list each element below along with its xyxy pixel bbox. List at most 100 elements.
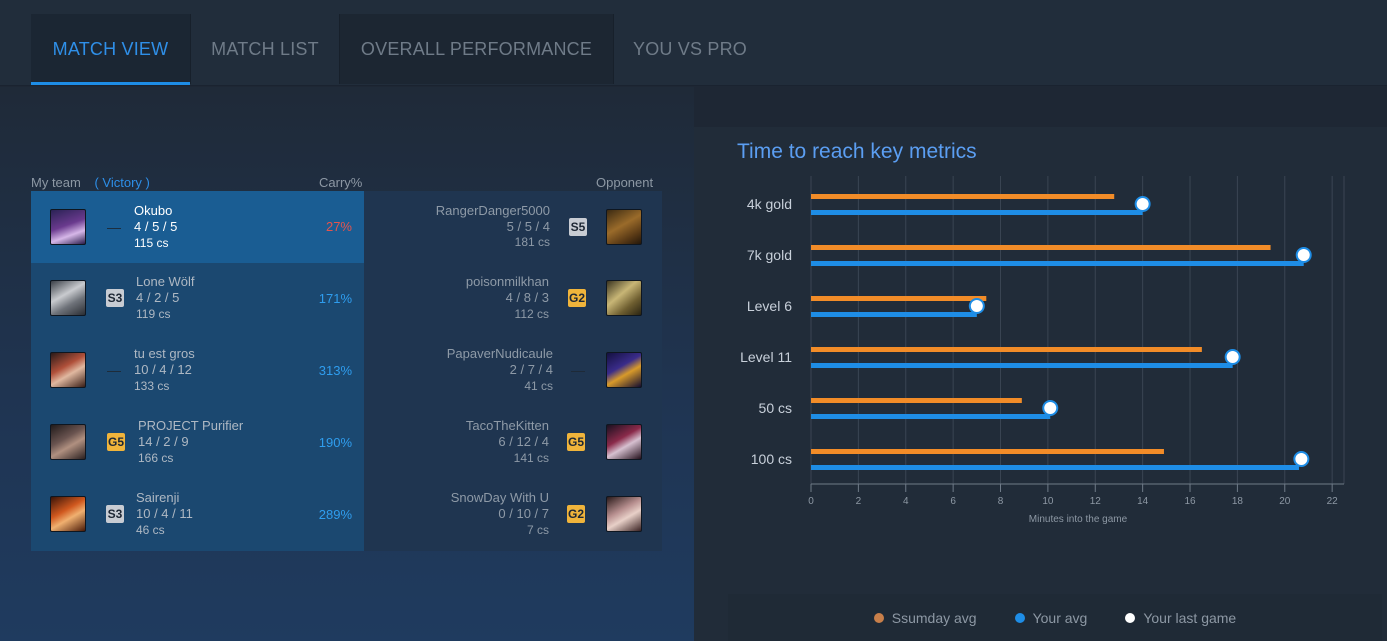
player-name: tu est gros [134,346,195,361]
tab-label: MATCH LIST [211,38,319,59]
y-category-label: 100 cs [751,451,792,467]
x-tick-label: 20 [1279,496,1291,507]
player-kda: 4 / 2 / 5 [136,290,180,305]
y-category-label: Level 11 [740,349,792,365]
my-team-label: My team [31,175,81,190]
rank-badge: — [571,362,585,378]
champion-portrait-icon [50,280,86,316]
champion-portrait-icon [606,352,642,388]
player-name: Lone Wölf [136,274,195,289]
opponent-kda: 4 / 8 / 3 [505,290,549,305]
carry-percent: 171% [318,291,352,306]
tab-overall-performance[interactable]: OVERALL PERFORMANCE [340,14,613,84]
top-nav: MATCH VIEW MATCH LIST OVERALL PERFORMANC… [0,0,1387,86]
point-your-last-game [1293,451,1310,467]
table-row[interactable]: S3 Lone Wölf 4 / 2 / 5 119 cs 171% poiso… [31,263,662,335]
table-row[interactable]: — tu est gros 10 / 4 / 12 133 cs 313% Pa… [31,335,662,407]
legend-label: Ssumday avg [891,609,977,626]
carry-header: Carry% [319,175,363,190]
chart-grid [810,176,1345,484]
x-tick-label: 6 [950,496,956,507]
opponent-name: poisonmilkhan [465,274,549,289]
player-kda: 14 / 2 / 9 [138,434,189,449]
x-tick-label: 8 [998,496,1004,507]
player-cs: 166 cs [138,451,174,465]
y-category-label: 50 cs [759,400,792,416]
opponent-cs: 41 cs [524,379,553,393]
bar-ssumday-avg [811,245,1271,250]
champion-portrait-icon [606,280,642,316]
rank-badge: G2 [568,289,586,307]
player-cs: 115 cs [134,236,169,250]
opponent-cs: 112 cs [514,307,549,321]
legend-swatch-icon [1014,612,1025,623]
bar-ssumday-avg [811,347,1202,352]
x-tick-label: 12 [1090,496,1102,507]
y-category-label: 4k gold [747,196,792,212]
legend-item[interactable]: Your avg [1014,610,1087,626]
rank-badge: G5 [567,433,585,451]
opponent-name: TacoTheKitten [465,418,549,433]
point-your-last-game [1224,349,1241,365]
rank-badge: S3 [106,289,124,307]
opponent-kda: 2 / 7 / 4 [509,362,553,377]
carry-percent: 190% [318,435,352,450]
champion-portrait-icon [606,496,642,532]
player-name: Sairenji [136,490,180,505]
carry-percent: 289% [318,507,352,522]
rank-badge: G2 [567,505,585,523]
bar-ssumday-avg [811,296,987,301]
x-tick-label: 0 [808,496,814,507]
x-tick-label: 4 [903,496,909,507]
point-your-last-game [968,298,985,314]
active-tab-underline [31,82,190,85]
point-your-last-game [1295,247,1312,263]
x-tick-label: 10 [1042,496,1054,507]
opponent-name: RangerDanger5000 [435,203,550,218]
champion-portrait-icon [50,496,86,532]
bar-your-avg [811,363,1233,368]
champion-portrait-icon [50,209,86,245]
opponent-header: Opponent [596,175,654,190]
opponent-name: PapaverNudicaule [446,346,553,361]
tab-label: YOU VS PRO [632,38,748,59]
tab-match-list[interactable]: MATCH LIST [191,14,339,84]
x-axis: 0 2 4 6 8 10 12 14 16 18 20 22 [808,483,1344,507]
rank-badge: G5 [107,433,125,451]
legend-swatch-icon [1125,612,1136,623]
y-axis-labels: 4k gold 7k gold Level 6 Level 11 50 cs 100 cs [740,196,792,467]
player-name: Okubo [134,203,173,218]
opponent-cs: 141 cs [513,451,549,465]
bar-ssumday-avg [811,194,1115,199]
tab-you-vs-pro[interactable]: YOU VS PRO [614,14,766,84]
opponent-kda: 6 / 12 / 4 [498,434,549,449]
bar-your-avg [811,210,1143,215]
rank-badge: S5 [569,218,587,236]
y-category-label: Level 6 [747,298,792,314]
tab-match-view[interactable]: MATCH VIEW [31,14,190,85]
bar-your-avg [811,465,1299,470]
player-cs: 46 cs [136,523,165,537]
table-row[interactable]: — Okubo 4 / 5 / 5 115 cs 27% RangerDange… [31,191,662,263]
carry-percent: 313% [318,363,352,378]
my-team-header: My team ( Victory ) [31,175,150,191]
x-axis-label: Minutes into the game [1029,514,1128,525]
opponent-cs: 181 cs [514,235,550,249]
player-cs: 119 cs [136,307,171,321]
table-row[interactable]: G5 PROJECT Purifier 14 / 2 / 9 166 cs 19… [31,407,662,479]
legend-item[interactable]: Ssumday avg [873,609,977,626]
bar-your-avg [811,312,977,317]
opponent-cs: 7 cs [526,523,549,537]
champion-portrait-icon [606,209,642,245]
player-kda: 10 / 4 / 11 [136,506,193,521]
opponent-name: SnowDay With U [450,490,549,505]
rank-badge: S3 [106,505,124,523]
x-tick-label: 18 [1232,496,1244,507]
player-cs: 133 cs [134,379,170,393]
matchup-table: — Okubo 4 / 5 / 5 115 cs 27% RangerDange… [31,191,662,551]
table-row[interactable]: S3 Sairenji 10 / 4 / 11 46 cs 289% SnowD… [31,479,662,551]
bar-ssumday-avg [811,449,1164,454]
opponent-kda: 5 / 5 / 4 [506,219,550,234]
legend-item[interactable]: Your last game [1125,610,1236,626]
x-tick-label: 14 [1137,496,1149,507]
